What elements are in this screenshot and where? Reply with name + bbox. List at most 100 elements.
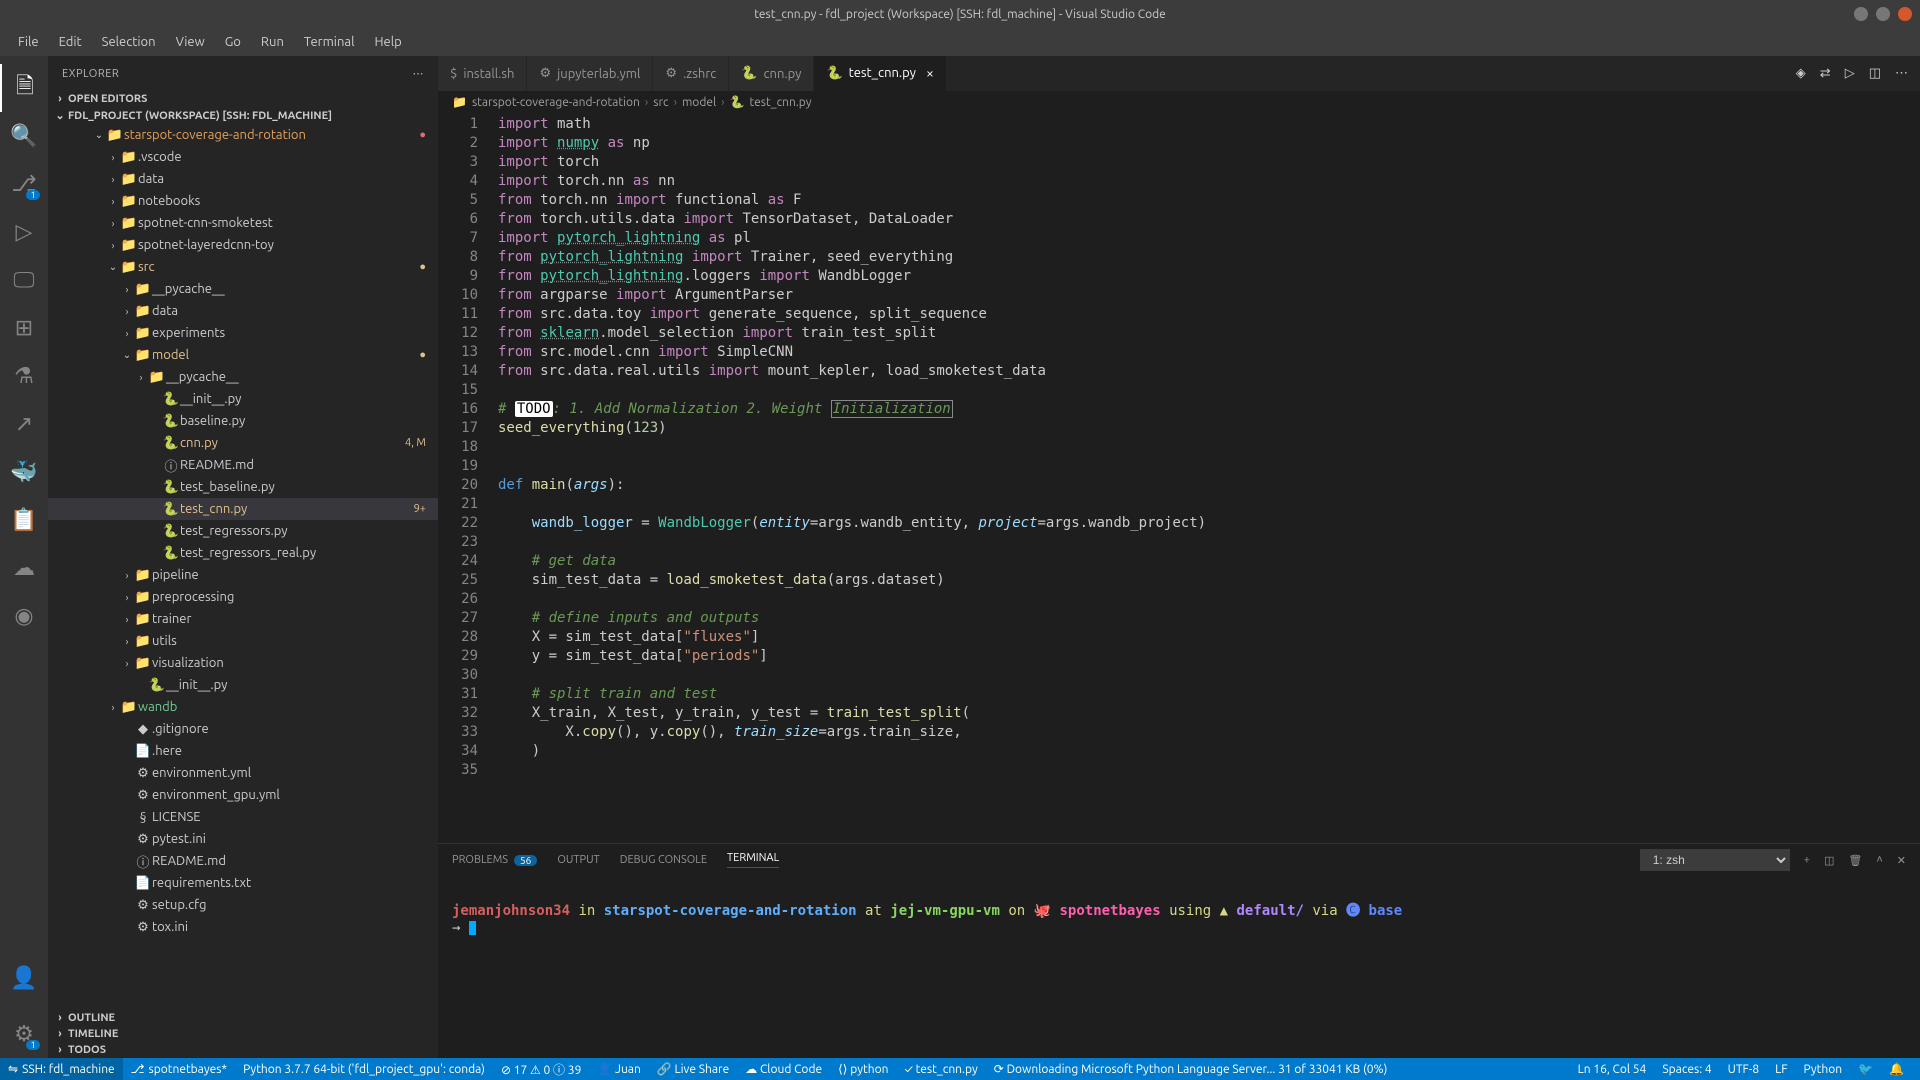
panel-close-icon[interactable]: ✕	[1897, 854, 1906, 867]
section-workspace[interactable]: ⌄FDL_PROJECT (WORKSPACE) [SSH: FDL_MACHI…	[48, 107, 438, 124]
new-terminal-icon[interactable]: +	[1804, 854, 1810, 866]
tree-item[interactable]: ›📁__pycache__	[48, 278, 438, 300]
activity-extensions-icon[interactable]: ⊞	[0, 304, 48, 352]
activity-liveshare-icon[interactable]: ↗	[0, 400, 48, 448]
more-actions-icon[interactable]: ⋯	[1895, 66, 1908, 81]
kill-terminal-icon[interactable]: 🗑	[1848, 854, 1862, 867]
tree-item[interactable]: ›📁visualization	[48, 652, 438, 674]
tree-item[interactable]: ⚙environment_gpu.yml	[48, 784, 438, 806]
sidebar-more-icon[interactable]: ⋯	[413, 67, 425, 80]
status-python[interactable]: Python 3.7.7 64-bit ('fdl_project_gpu': …	[235, 1063, 493, 1076]
tab-terminal[interactable]: TERMINAL	[727, 852, 779, 868]
tree-item[interactable]: 🐍test_cnn.py9+	[48, 498, 438, 520]
tree-item[interactable]: ›📁experiments	[48, 322, 438, 344]
activity-account-icon[interactable]: 👤	[0, 954, 48, 1002]
editor-tab[interactable]: ⚙.zshrc	[653, 56, 729, 91]
tree-item[interactable]: 🐍test_baseline.py	[48, 476, 438, 498]
tree-item[interactable]: ›📁data	[48, 300, 438, 322]
status-encoding[interactable]: UTF-8	[1720, 1062, 1767, 1076]
activity-search-icon[interactable]: 🔍	[0, 112, 48, 160]
section-timeline[interactable]: ›TIMELINE	[48, 1026, 438, 1042]
editor-tab[interactable]: ⚙jupyterlab.yml	[527, 56, 653, 91]
tree-item[interactable]: 🐍__init__.py	[48, 388, 438, 410]
status-download[interactable]: ⟳ Downloading Microsoft Python Language …	[986, 1062, 1396, 1076]
status-branch[interactable]: ⎇ spotnetbayes*	[123, 1062, 235, 1076]
status-spaces[interactable]: Spaces: 4	[1654, 1062, 1719, 1076]
tree-item[interactable]: ⚙environment.yml	[48, 762, 438, 784]
tab-debug-console[interactable]: DEBUG CONSOLE	[620, 854, 707, 866]
tree-item[interactable]: ›📁trainer	[48, 608, 438, 630]
status-tests[interactable]: ✓ test_cnn.py	[896, 1063, 985, 1076]
menu-view[interactable]: View	[166, 35, 215, 49]
status-remote[interactable]: ⇋ SSH: fdl_machine	[0, 1058, 123, 1080]
menu-run[interactable]: Run	[251, 35, 294, 49]
status-lang[interactable]: ⟨⟩ python	[830, 1062, 896, 1076]
tree-item[interactable]: ›📁utils	[48, 630, 438, 652]
section-open-editors[interactable]: ›OPEN EDITORS	[48, 91, 438, 107]
maximize-icon[interactable]	[1876, 7, 1890, 21]
menu-help[interactable]: Help	[364, 35, 411, 49]
tree-item[interactable]: ›📁preprocessing	[48, 586, 438, 608]
tree-item[interactable]: ◆.gitignore	[48, 718, 438, 740]
status-filetype[interactable]: Python	[1796, 1062, 1851, 1076]
activity-explorer-icon[interactable]: 🗎	[0, 64, 48, 112]
tree-item[interactable]: ›📁notebooks	[48, 190, 438, 212]
tree-root[interactable]: ⌄📁starspot-coverage-and-rotation●	[48, 124, 438, 146]
breadcrumb[interactable]: 📁 starspot-coverage-and-rotation› src› m…	[438, 91, 1920, 113]
status-liveshare[interactable]: 🔗 Live Share	[649, 1062, 737, 1076]
status-user[interactable]: 👤 Juan	[589, 1062, 648, 1076]
panel-up-icon[interactable]: ˄	[1876, 854, 1882, 866]
tree-item[interactable]: ›📁spotnet-layeredcnn-toy	[48, 234, 438, 256]
activity-debug-icon[interactable]: ▷	[0, 208, 48, 256]
activity-scm-icon[interactable]: ⎇1	[0, 160, 48, 208]
menu-file[interactable]: File	[8, 35, 49, 49]
toggle-test-icon[interactable]: ◈	[1796, 66, 1806, 81]
tree-item[interactable]: ⌄📁model●	[48, 344, 438, 366]
minimize-icon[interactable]	[1854, 7, 1868, 21]
menu-terminal[interactable]: Terminal	[294, 35, 365, 49]
tree-item[interactable]: 🐍cnn.py4, M	[48, 432, 438, 454]
tree-item[interactable]: ⌄📁src●	[48, 256, 438, 278]
tree-item[interactable]: ›📁pipeline	[48, 564, 438, 586]
tree-item[interactable]: ›📁__pycache__	[48, 366, 438, 388]
activity-cloud-icon[interactable]: ☁	[0, 544, 48, 592]
tree-item[interactable]: ⚙tox.ini	[48, 916, 438, 938]
status-tweet-icon[interactable]: 🐦	[1850, 1062, 1881, 1076]
terminal-body[interactable]: jemanjohnson34 in starspot-coverage-and-…	[438, 876, 1920, 1058]
terminal-select[interactable]: 1: zsh	[1640, 849, 1790, 871]
tree-item[interactable]: 📄.here	[48, 740, 438, 762]
minimap[interactable]	[1820, 113, 1920, 843]
activity-testing-icon[interactable]: ⚗	[0, 352, 48, 400]
status-eol[interactable]: LF	[1767, 1062, 1795, 1076]
status-position[interactable]: Ln 16, Col 54	[1570, 1062, 1655, 1076]
tree-item[interactable]: ›📁.vscode	[48, 146, 438, 168]
run-file-icon[interactable]: ▷	[1845, 66, 1855, 81]
tab-output[interactable]: OUTPUT	[557, 854, 599, 866]
diff-icon[interactable]: ⇄	[1820, 66, 1831, 81]
tree-item[interactable]: ⓘREADME.md	[48, 850, 438, 872]
tree-item[interactable]: ›📁spotnet-cnn-smoketest	[48, 212, 438, 234]
split-terminal-icon[interactable]: ◫	[1824, 854, 1834, 867]
tree-item[interactable]: ›📁data	[48, 168, 438, 190]
split-editor-icon[interactable]: ◫	[1869, 66, 1881, 81]
tree-item[interactable]: ⚙setup.cfg	[48, 894, 438, 916]
section-outline[interactable]: ›OUTLINE	[48, 1010, 438, 1026]
status-bell-icon[interactable]: 🔔	[1881, 1062, 1912, 1076]
tree-item[interactable]: ⓘREADME.md	[48, 454, 438, 476]
menu-edit[interactable]: Edit	[49, 35, 92, 49]
editor-tab[interactable]: $install.sh	[438, 56, 527, 91]
status-cloud[interactable]: ☁ Cloud Code	[737, 1062, 830, 1076]
tree-item[interactable]: §LICENSE	[48, 806, 438, 828]
menu-go[interactable]: Go	[215, 35, 251, 49]
close-window-icon[interactable]	[1898, 7, 1912, 21]
activity-projects-icon[interactable]: 📋	[0, 496, 48, 544]
activity-settings-icon[interactable]: ⚙1	[0, 1010, 48, 1058]
editor-tab[interactable]: 🐍test_cnn.py×	[814, 56, 946, 91]
editor-tab[interactable]: 🐍cnn.py	[729, 56, 814, 91]
tree-item[interactable]: 🐍test_regressors.py	[48, 520, 438, 542]
tree-item[interactable]: 🐍baseline.py	[48, 410, 438, 432]
menu-selection[interactable]: Selection	[92, 35, 166, 49]
activity-docker-icon[interactable]: 🐳	[0, 448, 48, 496]
tree-item[interactable]: 🐍test_regressors_real.py	[48, 542, 438, 564]
activity-gitlens-icon[interactable]: ◉	[0, 592, 48, 640]
